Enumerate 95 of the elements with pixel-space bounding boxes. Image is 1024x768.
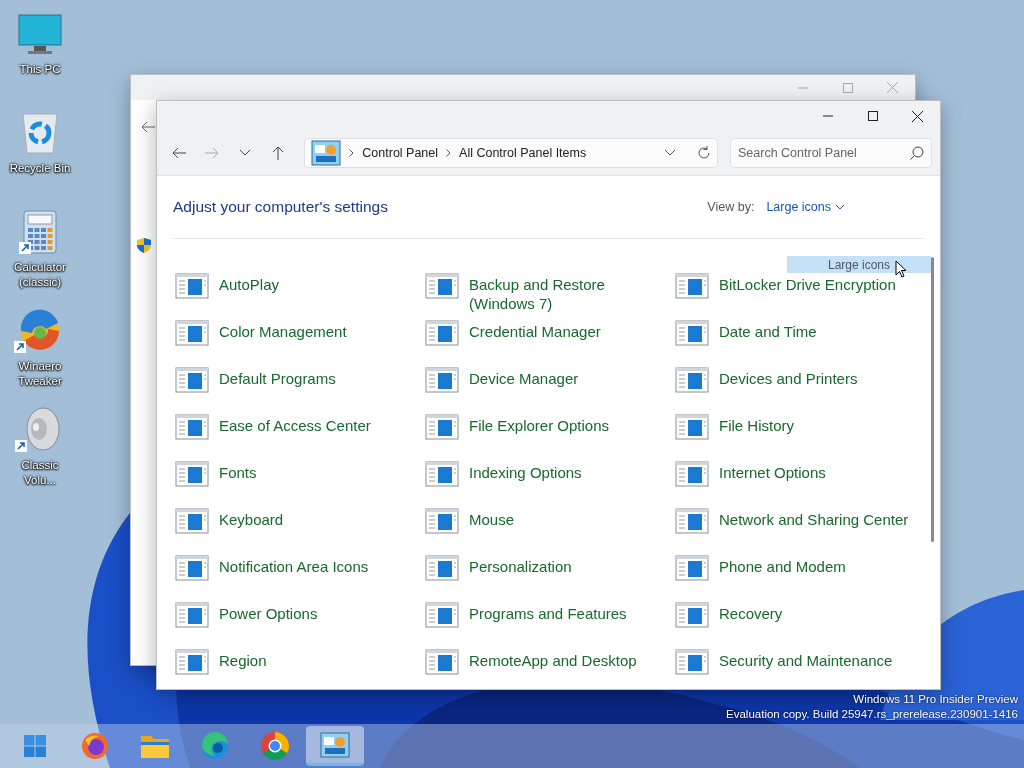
control-panel-link[interactable]: Region (219, 651, 414, 670)
monitor-icon (18, 14, 62, 56)
drag-ghost: Large icons (787, 256, 931, 273)
control-panel-link[interactable]: File Explorer Options (469, 416, 664, 435)
chevron-right-icon (349, 149, 355, 157)
swirl-logo-icon (18, 309, 62, 353)
search-field[interactable]: Search Control Panel (730, 138, 932, 168)
page-heading: Adjust your computer's settings (173, 198, 388, 216)
control-panel-link[interactable]: Devices and Printers (719, 369, 914, 388)
chevron-down-icon (240, 150, 251, 156)
close-icon (912, 110, 923, 122)
control-panel-link[interactable]: File History (719, 416, 914, 435)
control-panel-link[interactable]: Indexing Options (469, 463, 664, 482)
control-panel-item-icon (675, 649, 709, 675)
control-panel-item-icon (175, 602, 209, 628)
watermark-text: Windows 11 Pro Insider Preview (852, 692, 1018, 707)
control-panel-item-icon (425, 555, 459, 581)
control-panel-link[interactable]: Network and Sharing Center (719, 510, 914, 529)
watermark-text: Evaluation copy. Build 25947.rs_prerelease.230901-1416 (726, 707, 1018, 722)
control-panel-item-icon (175, 414, 209, 440)
control-panel-item-icon (425, 602, 459, 628)
control-panel-link[interactable]: Keyboard (219, 510, 414, 529)
refresh-icon (697, 146, 711, 160)
maximize-icon (867, 111, 878, 121)
calculator-icon (23, 210, 57, 254)
wave-logo-icon (201, 732, 229, 760)
mouse-pointer-icon (895, 260, 907, 278)
control-panel-link[interactable]: Programs and Features (469, 604, 664, 623)
control-panel-item-icon (175, 508, 209, 534)
control-panel-link[interactable]: Mouse (469, 510, 664, 529)
control-panel-item-icon (675, 461, 709, 487)
control-panel-item-icon (675, 602, 709, 628)
control-panel-link[interactable]: Credential Manager (469, 322, 664, 341)
control-panel-item-icon (175, 273, 209, 299)
control-panel-item-icon (425, 508, 459, 534)
taskbar-button[interactable] (306, 726, 364, 766)
control-panel-link[interactable]: Color Management (219, 322, 414, 341)
close-icon (887, 82, 898, 93)
control-panel-item-icon (175, 461, 209, 487)
control-panel-icon (320, 731, 350, 758)
scroll-bar[interactable] (931, 257, 934, 542)
control-panel-link[interactable]: Security and Maintenance (719, 651, 914, 670)
minimize-icon (797, 86, 808, 89)
view-dropdown[interactable]: Large icons (766, 200, 844, 214)
control-panel-link[interactable]: Phone and Modem (719, 557, 914, 576)
control-panel-link[interactable]: Date and Time (719, 322, 914, 341)
control-panel-item-icon (425, 320, 459, 346)
control-panel-link[interactable]: Ease of Access Center (219, 416, 414, 435)
forward-arrow-icon (205, 147, 220, 159)
back-arrow-icon (172, 147, 187, 159)
four-squares-icon (23, 734, 47, 758)
control-panel-link[interactable]: Notification Area Icons (219, 557, 414, 576)
control-panel-item-icon (175, 649, 209, 675)
control-panel-item-icon (425, 649, 459, 675)
control-panel-item-icon (175, 555, 209, 581)
control-panel-item-icon (175, 320, 209, 346)
control-panel-item-icon (425, 461, 459, 487)
chevron-down-icon (665, 150, 675, 156)
control-panel-item-icon (425, 414, 459, 440)
recycle-bin-icon (21, 111, 59, 155)
view-by-label: View by: (707, 200, 755, 214)
fox-logo-icon (81, 732, 109, 760)
control-panel-item-icon (425, 273, 459, 299)
control-panel-link[interactable]: Default Programs (219, 369, 414, 388)
control-panel-item-icon (675, 414, 709, 440)
control-panel-link[interactable]: Backup and Restore (Windows 7) (469, 275, 664, 313)
breadcrumb[interactable]: All Control Panel Items (459, 146, 587, 160)
chevron-down-icon (836, 204, 844, 210)
control-panel-item-icon (675, 273, 709, 299)
breadcrumb[interactable]: Control Panel (362, 146, 439, 160)
up-arrow-icon (271, 146, 284, 160)
back-arrow-icon (141, 121, 155, 133)
control-panel-item-icon (675, 320, 709, 346)
chevron-right-icon (446, 149, 452, 157)
control-panel-item-icon (675, 508, 709, 534)
control-panel-link[interactable]: Power Options (219, 604, 414, 623)
address-bar[interactable]: Control Panel All Control Panel Items (304, 138, 718, 168)
circle-logo-icon (260, 731, 290, 761)
control-panel-link[interactable]: BitLocker Drive Encryption (719, 275, 914, 294)
control-panel-link[interactable]: Personalization (469, 557, 664, 576)
search-icon (910, 146, 924, 160)
control-panel-item-icon (425, 367, 459, 393)
control-panel-link[interactable]: Recovery (719, 604, 914, 623)
control-panel-icon (311, 140, 342, 166)
shield-icon (137, 238, 151, 253)
control-panel-link[interactable]: RemoteApp and Desktop (469, 651, 664, 670)
control-panel-link[interactable]: Device Manager (469, 369, 664, 388)
minimize-icon (822, 115, 833, 117)
control-panel-link[interactable]: Internet Options (719, 463, 914, 482)
control-panel-item-icon (675, 367, 709, 393)
control-panel-link[interactable]: AutoPlay (219, 275, 414, 294)
maximize-icon (842, 82, 853, 93)
control-panel-link[interactable]: Fonts (219, 463, 414, 482)
control-panel-item-icon (175, 367, 209, 393)
control-panel-item-icon (675, 555, 709, 581)
